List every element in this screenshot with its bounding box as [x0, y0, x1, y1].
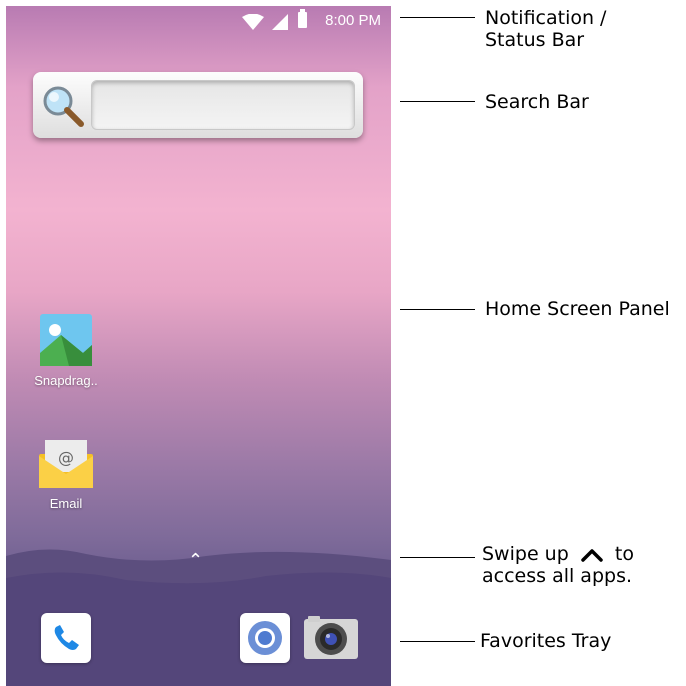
callout-line — [400, 641, 475, 642]
home-screen-panel: 8:00 PM Snapdrag.. @ Email ⌃ — [6, 6, 391, 686]
callout-text-line: Notification / — [485, 7, 607, 29]
app-label: Email — [49, 496, 83, 511]
status-time: 8:00 PM — [325, 12, 381, 29]
battery-icon — [298, 9, 307, 28]
email-icon: @ — [39, 440, 93, 488]
callout-swipe-up: Swipe up to access all apps. — [482, 543, 634, 587]
callout-status-bar: Notification / Status Bar — [485, 7, 606, 51]
search-bar[interactable] — [33, 72, 363, 138]
callout-favorites-tray: Favorites Tray — [480, 630, 612, 652]
chrome-icon[interactable] — [240, 613, 290, 663]
signal-icon — [272, 14, 288, 30]
callout-line — [400, 101, 475, 102]
status-bar[interactable]: 8:00 PM — [6, 6, 391, 36]
app-snapdragon-gallery[interactable]: Snapdrag.. — [26, 313, 106, 388]
swipe-up-chevron-icon[interactable]: ⌃ — [188, 550, 203, 571]
search-icon — [43, 86, 84, 127]
callout-text-line: access all apps. — [482, 565, 633, 587]
app-email[interactable]: @ Email — [26, 438, 106, 511]
callout-text-line: Swipe up — [482, 543, 569, 565]
callout-line — [400, 557, 475, 558]
search-input[interactable] — [91, 80, 355, 130]
callout-line — [400, 309, 475, 310]
svg-text:@: @ — [58, 448, 74, 467]
camera-icon[interactable] — [302, 613, 360, 663]
chevron-up-icon — [581, 548, 603, 562]
callout-text-line: Status Bar — [485, 29, 585, 51]
callout-home-screen-panel: Home Screen Panel — [485, 298, 670, 320]
app-label: Snapdrag.. — [34, 373, 98, 388]
phone-icon[interactable] — [41, 613, 91, 663]
callout-search-bar: Search Bar — [485, 91, 589, 113]
callout-line — [400, 17, 475, 18]
gallery-icon — [40, 314, 92, 366]
wifi-icon — [242, 14, 264, 30]
callout-text-line: to — [614, 543, 634, 565]
